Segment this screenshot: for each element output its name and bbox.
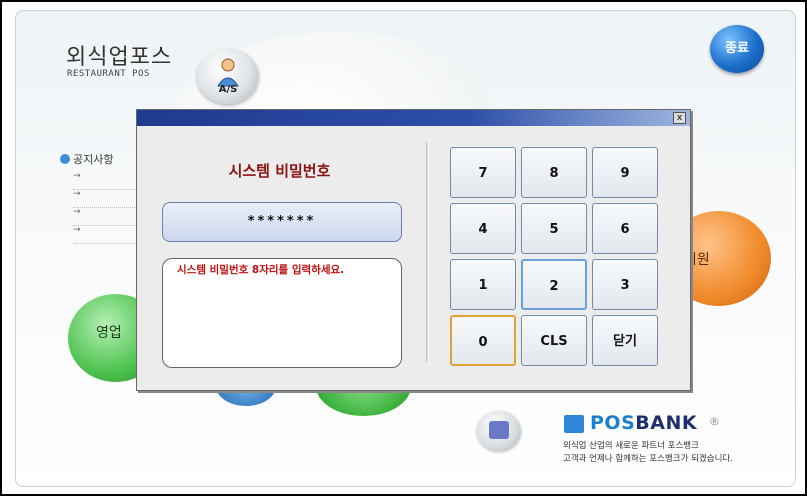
app-title: 외식업포스 (66, 45, 173, 70)
bullet-circle-icon (60, 154, 70, 164)
dialog-titlebar: x (137, 110, 690, 126)
brand-tagline-2: 고객과 언제나 함께하는 포스뱅크가 되겠습니다. (563, 454, 733, 464)
key-1[interactable]: 1 (450, 259, 516, 310)
close-button[interactable]: 닫기 (592, 315, 658, 366)
brand-name: POSBANK (590, 412, 697, 434)
notice-heading-label: 공지사항 (73, 153, 114, 166)
key-8[interactable]: 8 (521, 147, 587, 198)
key-3[interactable]: 3 (592, 259, 658, 310)
close-icon[interactable]: x (673, 112, 686, 124)
brand-registered-mark: ® (709, 415, 720, 428)
key-4[interactable]: 4 (450, 203, 516, 254)
dialog-divider (426, 142, 429, 362)
key-6[interactable]: 6 (592, 203, 658, 254)
key-5[interactable]: 5 (521, 203, 587, 254)
notice-heading: 공지사항 (60, 151, 113, 167)
key-9[interactable]: 9 (592, 147, 658, 198)
message-box: 시스템 비밀번호 8자리를 입력하세요. (162, 258, 402, 368)
sales-label: 영업 (96, 325, 122, 341)
keyboard-icon (489, 421, 509, 439)
brand-tagline-1: 외식업 산업의 새로운 파트너 포스뱅크 (563, 441, 699, 451)
posbank-logo-icon (564, 415, 584, 433)
dialog-title: 시스템 비밀번호 (228, 162, 331, 180)
password-field[interactable]: ******* (162, 202, 402, 242)
app-subtitle: RESTAURANT POS (67, 69, 150, 79)
numeric-keypad: 7 8 9 4 5 6 1 2 3 0 CLS 닫기 (450, 147, 660, 369)
key-7[interactable]: 7 (450, 147, 516, 198)
message-text: 시스템 비밀번호 8자리를 입력하세요. (177, 264, 345, 276)
keyboard-button[interactable] (477, 411, 521, 451)
brand-name-part1: POS (590, 412, 636, 434)
key-2[interactable]: 2 (521, 259, 587, 310)
dialog-left-panel: 시스템 비밀번호 ******* 시스템 비밀번호 8자리를 입력하세요. (147, 132, 412, 382)
clear-button[interactable]: CLS (521, 315, 587, 366)
as-label: A/S (218, 84, 238, 95)
key-0[interactable]: 0 (450, 315, 516, 366)
brand-name-part2: BANK (635, 412, 698, 434)
as-support-button[interactable]: A/S (197, 48, 259, 104)
password-dialog: x 시스템 비밀번호 ******* 시스템 비밀번호 8자리를 입력하세요. … (136, 109, 691, 391)
exit-button[interactable]: 종료 (710, 25, 764, 73)
window-frame: 외식업포스 RESTAURANT POS A/S 종료 공지사항 → → → →… (0, 0, 807, 496)
